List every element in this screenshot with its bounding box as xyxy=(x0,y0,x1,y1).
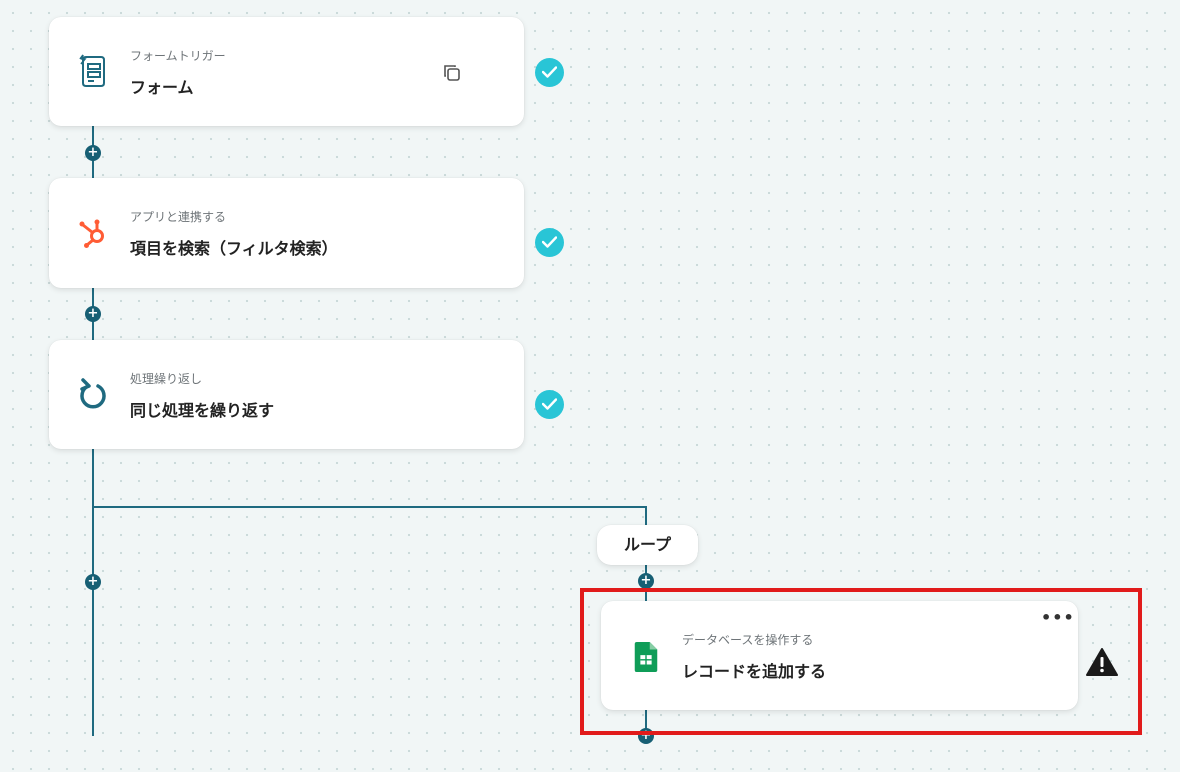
step-title: フォーム xyxy=(130,78,194,97)
form-icon xyxy=(79,54,105,87)
flow-step-app-integration[interactable]: アプリと連携する 項目を検索（フィルタ検索） xyxy=(49,178,524,288)
loop-icon xyxy=(80,378,106,409)
step-type-label: フォームトリガー xyxy=(130,49,226,63)
step-type-label: アプリと連携する xyxy=(130,210,227,224)
add-step-button[interactable]: + xyxy=(85,306,101,322)
step-status-check-icon xyxy=(535,228,564,257)
connector-line-loop-branch xyxy=(92,506,646,508)
hubspot-icon xyxy=(79,219,104,248)
add-step-button[interactable]: + xyxy=(85,145,101,161)
copy-icon[interactable] xyxy=(443,64,461,82)
add-step-in-loop-button[interactable]: + xyxy=(638,573,654,589)
step-status-check-icon xyxy=(535,390,564,419)
step-type-label: 処理繰り返し xyxy=(130,372,203,386)
step-title: 項目を検索（フィルタ検索） xyxy=(130,239,338,258)
flow-step-form-trigger[interactable]: フォームトリガー フォーム xyxy=(49,17,524,126)
add-step-button[interactable]: + xyxy=(85,574,101,590)
loop-branch-label: ループ xyxy=(597,525,698,565)
step-title: 同じ処理を繰り返す xyxy=(130,401,275,420)
flow-step-loop[interactable]: 処理繰り返し 同じ処理を繰り返す xyxy=(49,340,524,449)
highlight-box xyxy=(580,588,1142,735)
step-status-check-icon xyxy=(535,58,564,87)
